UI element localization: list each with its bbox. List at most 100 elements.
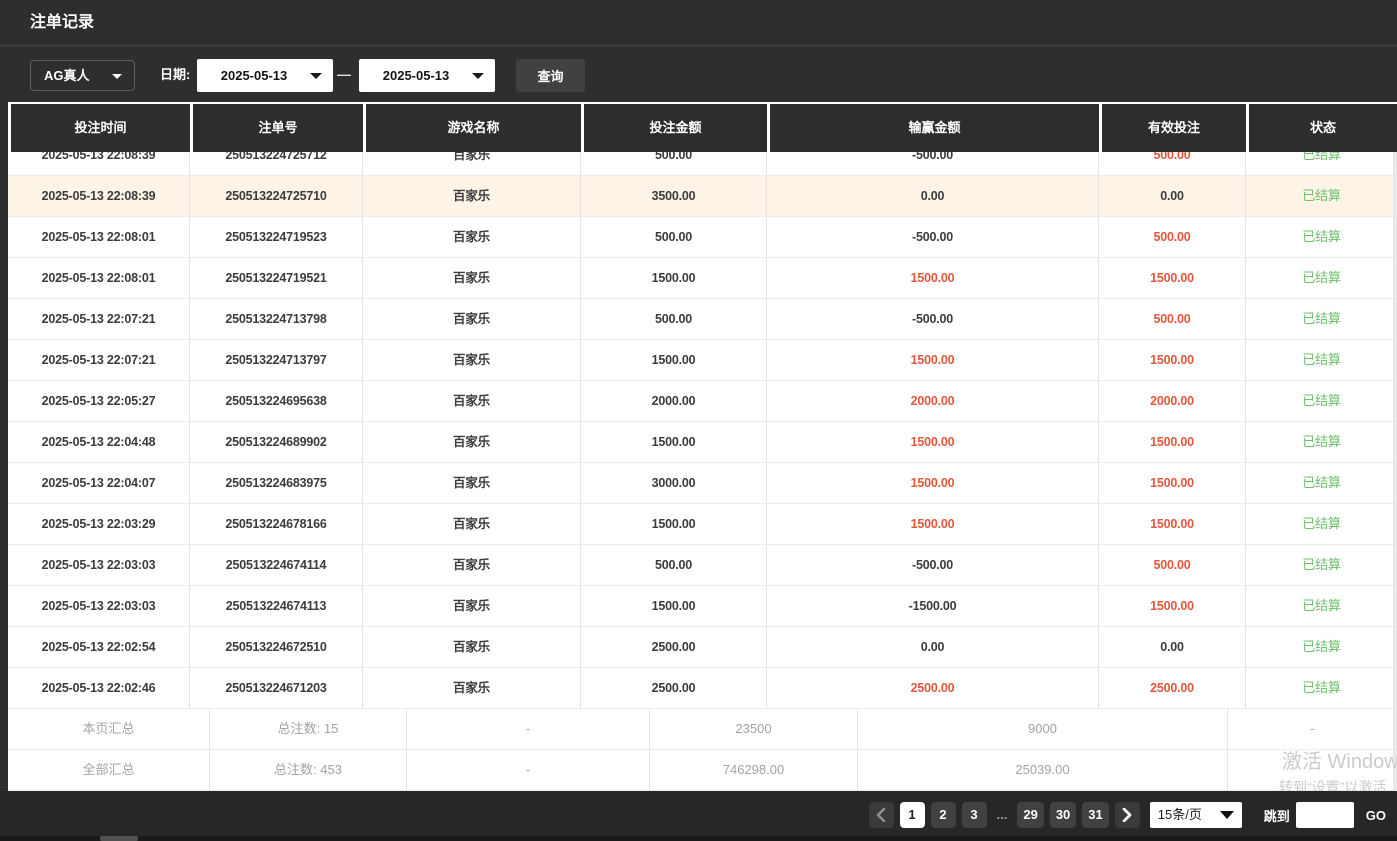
cell-bet-id: 250513224719523 [190,217,363,257]
summary-bet-total: 23500 [650,709,858,749]
table-row: 2025-05-13 22:03:29250513224678166百家乐150… [8,504,1397,545]
cell-win-loss: 1500.00 [767,422,1099,462]
cell-valid-bet: 500.00 [1099,545,1246,585]
cell-bet-time: 2025-05-13 22:04:48 [8,422,190,462]
bottom-bar: 1 2 3 ... 29 30 31 15条/页 跳到 GO [0,791,1397,841]
cell-bet-amount: 3000.00 [581,463,767,503]
cell-bet-amount: 2500.00 [581,627,767,667]
search-button[interactable]: 查询 [516,59,585,92]
cell-bet-time: 2025-05-13 22:02:54 [8,627,190,667]
summary-dash: - [407,750,650,790]
cell-win-loss: -500.00 [767,299,1099,339]
table-row: 2025-05-13 22:04:07250513224683975百家乐300… [8,463,1397,504]
go-button[interactable]: GO [1366,808,1386,823]
cell-game-name: 百家乐 [363,668,581,708]
date-range-separator: — [337,47,351,102]
page-button-1[interactable]: 1 [900,802,925,828]
summary-dash: - [1228,709,1397,749]
cell-status: 已结算 [1246,299,1397,339]
summary-dash: - [407,709,650,749]
cell-bet-id: 250513224725710 [190,176,363,216]
cell-valid-bet: 1500.00 [1099,340,1246,380]
cell-win-loss: -500.00 [767,545,1099,585]
jump-to-label: 跳到 [1264,806,1290,825]
cell-bet-id: 250513224671203 [190,668,363,708]
all-summary-row: 全部汇总 总注数: 453 - 746298.00 25039.00 [8,750,1397,791]
page-button-30[interactable]: 30 [1050,802,1076,828]
vertical-scrollbar[interactable] [1393,152,1397,791]
page-size-value: 15条/页 [1158,807,1202,822]
page-button-29[interactable]: 29 [1017,802,1043,828]
table-row: 2025-05-13 22:02:46250513224671203百家乐250… [8,668,1397,709]
cell-valid-bet: 2000.00 [1099,381,1246,421]
page-size-select[interactable]: 15条/页 [1150,802,1242,828]
summary-bet-count: 总注数: 453 [210,750,407,790]
cell-status: 已结算 [1246,258,1397,298]
table-row: 2025-05-13 22:07:21250513224713798百家乐500… [8,299,1397,340]
header-win-loss: 输赢金额 [767,104,1099,152]
summary-winloss-total: 9000 [858,709,1228,749]
cell-game-name: 百家乐 [363,463,581,503]
cell-bet-time: 2025-05-13 22:03:29 [8,504,190,544]
table-row: 2025-05-13 22:08:01250513224719523百家乐500… [8,217,1397,258]
cell-bet-time: 2025-05-13 22:07:21 [8,299,190,339]
page-button-3[interactable]: 3 [962,802,987,828]
page-title: 注单记录 [30,0,94,46]
filter-bar: AG真人 日期: 2025-05-13 — 2025-05-13 查询 [0,47,1397,102]
cell-win-loss: 1500.00 [767,340,1099,380]
game-type-select[interactable]: AG真人 [30,60,135,91]
cell-game-name: 百家乐 [363,299,581,339]
next-page-button[interactable] [1115,802,1140,828]
cell-valid-bet: 2500.00 [1099,668,1246,708]
cell-bet-time: 2025-05-13 22:03:03 [8,545,190,585]
pagination: 1 2 3 ... 29 30 31 15条/页 跳到 GO [869,802,1391,828]
chevron-down-icon [112,74,122,79]
cell-win-loss: 2500.00 [767,668,1099,708]
cell-bet-amount: 500.00 [581,545,767,585]
cell-status: 已结算 [1246,217,1397,257]
cell-valid-bet: 0.00 [1099,627,1246,667]
cell-status: 已结算 [1246,545,1397,585]
jump-to-input[interactable] [1296,802,1354,828]
table-row: 2025-05-13 22:05:27250513224695638百家乐200… [8,381,1397,422]
chevron-down-icon [1220,811,1234,819]
cell-game-name: 百家乐 [363,586,581,626]
title-bar: 注单记录 [0,0,1397,46]
cell-bet-id: 250513224713797 [190,340,363,380]
header-bet-id: 注单号 [190,104,363,152]
cell-bet-id: 250513224674113 [190,586,363,626]
cell-valid-bet: 1500.00 [1099,504,1246,544]
cell-bet-time: 2025-05-13 22:07:21 [8,340,190,380]
table-row: 2025-05-13 22:08:39250513224725712百家乐500… [8,152,1397,176]
cell-status: 已结算 [1246,504,1397,544]
cell-game-name: 百家乐 [363,422,581,462]
cell-win-loss: 0.00 [767,176,1099,216]
horizontal-scrollbar-thumb[interactable] [100,836,138,841]
cell-bet-id: 250513224725712 [190,152,363,175]
cell-valid-bet: 500.00 [1099,217,1246,257]
table-header: 投注时间 注单号 游戏名称 投注金额 输赢金额 有效投注 状态 [8,102,1397,152]
cell-game-name: 百家乐 [363,627,581,667]
summary-bet-total: 746298.00 [650,750,858,790]
game-type-select-value: AG真人 [44,68,90,83]
date-from-select[interactable]: 2025-05-13 [197,59,333,92]
cell-win-loss: -500.00 [767,152,1099,175]
header-bet-amount: 投注金额 [581,104,767,152]
cell-bet-id: 250513224713798 [190,299,363,339]
prev-page-button[interactable] [869,802,894,828]
cell-win-loss: 1500.00 [767,463,1099,503]
cell-win-loss: -500.00 [767,217,1099,257]
table-body: 2025-05-13 22:08:39250513224725712百家乐500… [8,152,1397,709]
table-row: 2025-05-13 22:04:48250513224689902百家乐150… [8,422,1397,463]
page-button-2[interactable]: 2 [931,802,956,828]
cell-game-name: 百家乐 [363,217,581,257]
date-to-select[interactable]: 2025-05-13 [359,59,495,92]
page-button-31[interactable]: 31 [1082,802,1108,828]
cell-bet-amount: 1500.00 [581,340,767,380]
cell-bet-time: 2025-05-13 22:03:03 [8,586,190,626]
cell-game-name: 百家乐 [363,545,581,585]
cell-bet-amount: 2000.00 [581,381,767,421]
summary-empty [1228,750,1397,790]
page-summary-row: 本页汇总 总注数: 15 - 23500 9000 - [8,709,1397,750]
cell-game-name: 百家乐 [363,258,581,298]
